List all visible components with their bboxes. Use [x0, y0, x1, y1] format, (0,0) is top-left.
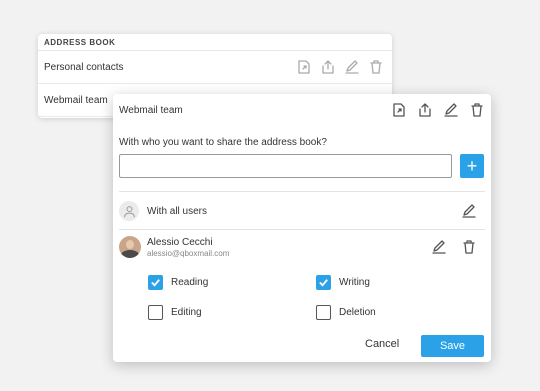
permission-label: Writing: [339, 277, 370, 288]
writing-checkbox[interactable]: [316, 275, 331, 290]
user-email: alessio@qboxmail.com: [147, 248, 230, 258]
panel-header: Webmail team: [113, 94, 491, 126]
address-book-header: ADDRESS BOOK: [38, 34, 392, 51]
edit-icon[interactable]: [344, 59, 360, 75]
panel-title: Webmail team: [119, 104, 183, 116]
permission-label: Deletion: [339, 307, 376, 318]
permission-editing[interactable]: Editing: [148, 305, 202, 320]
trash-icon[interactable]: [461, 239, 477, 255]
edit-icon[interactable]: [443, 102, 459, 118]
avatar: [119, 236, 141, 258]
share-book-icon[interactable]: [391, 102, 407, 118]
all-users-label: With all users: [147, 205, 208, 217]
permission-writing[interactable]: Writing: [316, 275, 370, 290]
edit-icon[interactable]: [461, 203, 477, 219]
share-question: With who you want to share the address b…: [119, 137, 327, 148]
save-button[interactable]: Save: [421, 335, 484, 357]
deletion-checkbox[interactable]: [316, 305, 331, 320]
share-icon[interactable]: [417, 102, 433, 118]
permission-deletion[interactable]: Deletion: [316, 305, 376, 320]
permission-label: Reading: [171, 277, 209, 288]
share-icon[interactable]: [320, 59, 336, 75]
add-user-button[interactable]: +: [460, 154, 484, 178]
user-name: Alessio Cecchi: [147, 236, 213, 248]
trash-icon[interactable]: [368, 59, 384, 75]
user-icon: [119, 201, 139, 221]
trash-icon[interactable]: [469, 102, 485, 118]
shared-user-row: Alessio Cecchi alessio@qboxmail.com: [119, 233, 485, 261]
share-book-icon[interactable]: [296, 59, 312, 75]
edit-icon[interactable]: [431, 239, 447, 255]
address-book-row-label: Personal contacts: [44, 61, 124, 73]
all-users-row: With all users: [119, 197, 485, 225]
divider: [119, 229, 485, 230]
editing-checkbox[interactable]: [148, 305, 163, 320]
address-book-row-personal[interactable]: Personal contacts: [38, 51, 392, 84]
share-user-input[interactable]: [119, 154, 452, 178]
permission-reading[interactable]: Reading: [148, 275, 208, 290]
cancel-button[interactable]: Cancel: [365, 338, 399, 350]
permission-label: Editing: [171, 307, 202, 318]
reading-checkbox[interactable]: [148, 275, 163, 290]
divider: [119, 191, 485, 192]
share-address-book-panel: Webmail team With who you want to share …: [113, 94, 491, 362]
